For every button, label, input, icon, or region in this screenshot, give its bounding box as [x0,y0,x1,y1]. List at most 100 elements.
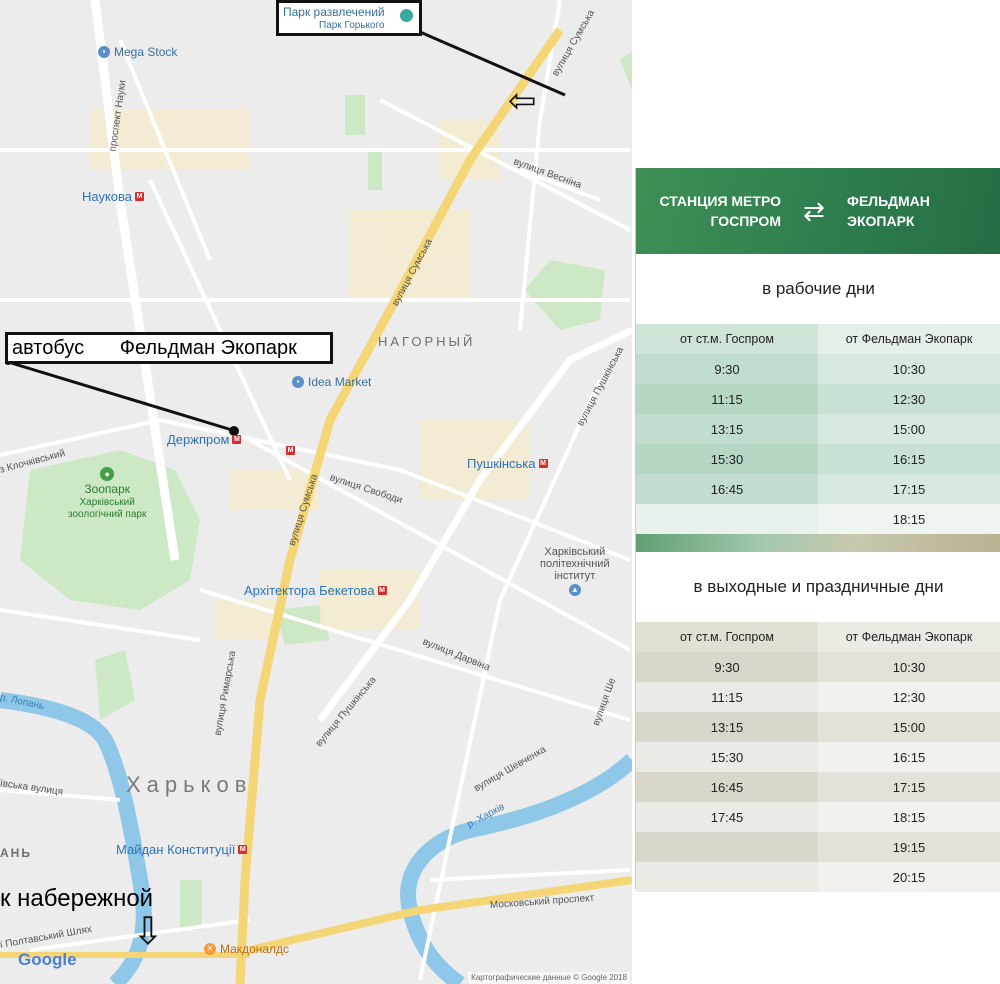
time-cell-to: 10:30 [818,354,1000,384]
time-cell-from [636,504,818,534]
zoo-sub1: Харківський [79,497,135,508]
table-row: 16:45 17:15 [636,772,1000,802]
mega-stock-poi[interactable]: ▪ Mega Stock [98,45,177,59]
time-cell-from [636,832,818,862]
mcdonalds-poi[interactable]: ✕ Макдоналдс [204,942,289,956]
time-cell-from: 9:30 [636,354,818,384]
block-area [320,570,420,630]
table-header: от ст.м. Госпром от Фельдман Экопарк [636,622,1000,652]
time-cell-from: 11:15 [636,384,818,414]
station-naukova[interactable]: Наукова M [82,189,145,204]
time-cell-to: 18:15 [818,802,1000,832]
table-row: 9:30 10:30 [636,652,1000,682]
time-cell-to: 16:15 [818,742,1000,772]
weekends-title: в выходные и праздничные дни [693,577,944,596]
time-cell-to: 15:00 [818,712,1000,742]
idea-market-label: Idea Market [308,375,372,389]
park-area-mid [525,260,605,330]
station-maidan[interactable]: Майдан Конституції M [116,842,248,857]
zoo-label: Зоопарк [84,482,131,496]
down-arrow-icon: ⇩ [132,911,164,953]
table-row: 11:15 12:30 [636,682,1000,712]
time-cell-from: 13:15 [636,414,818,444]
time-cell-from: 15:30 [636,444,818,474]
time-cell-from: 16:45 [636,474,818,504]
route-banner: СТАНЦИЯ МЕТРО ГОСПРОМ ⇄ ФЕЛЬДМАН ЭКОПАРК [636,168,1000,254]
weekdays-table: от ст.м. Госпром от Фельдман Экопарк 9:3… [636,324,1000,534]
time-cell-to: 15:00 [818,414,1000,444]
pushkinska-label: Пушкінська [467,456,536,471]
metro-icon: M [232,435,242,444]
paw-icon: ● [100,467,115,481]
park-area-ne [620,51,632,90]
time-cell-to: 10:30 [818,652,1000,682]
table-row: 18:15 [636,504,1000,534]
time-cell-from: 9:30 [636,652,818,682]
time-cell-to: 12:30 [818,682,1000,712]
park-pointer-line [419,30,566,97]
time-cell-from: 11:15 [636,682,818,712]
shopping-icon: ▪ [292,376,304,388]
map-view[interactable]: Парк развлечений Парк Горького ⇦ автобус… [0,0,632,984]
district-nagorny: НАГОРНЫЙ [378,334,476,349]
table-row: 13:15 15:00 [636,712,1000,742]
district-left-edge: АНЬ [0,846,32,860]
polytech-poi[interactable]: Харківський політехнічний інститут ▲ [540,546,610,596]
table-row: 15:30 16:15 [636,444,1000,474]
metro-icon: M [238,845,248,854]
bus-schedule-panel: СТАНЦИЯ МЕТРО ГОСПРОМ ⇄ ФЕЛЬДМАН ЭКОПАРК… [635,168,1000,892]
time-cell-to: 12:30 [818,384,1000,414]
table-row: 11:15 12:30 [636,384,1000,414]
moskovsky-avenue [249,876,632,954]
mcdonalds-label: Макдоналдс [220,942,290,956]
col-to-header: от Фельдман Экопарк [818,622,1000,652]
col-from-header: от ст.м. Госпром [636,622,818,652]
route-to: ФЕЛЬДМАН ЭКОПАРК [847,193,930,229]
time-cell-to: 18:15 [818,504,1000,534]
table-row: 17:45 18:15 [636,802,1000,832]
zoo-sub2: зоологічний парк [68,509,147,520]
bus-annotation-box: автобус Фельдман Экопарк [5,332,333,364]
metro-icon: M [135,192,145,201]
polytech-label2: політехнічний [540,558,610,570]
park-annotation-title: Парк развлечений [283,5,385,19]
beketova-label: Архітектора Бекетова [244,583,375,598]
naukova-label: Наукова [82,189,133,204]
time-cell-from: 17:45 [636,802,818,832]
idea-market-poi[interactable]: ▪ Idea Market [292,375,371,389]
embankment-label: к набережной [0,885,154,912]
park-area-small1 [345,95,365,135]
divider-stripe [636,534,1000,552]
metro-icon: M [286,446,295,455]
table-row: 16:45 17:15 [636,474,1000,504]
time-cell-to: 20:15 [818,862,1000,892]
shopping-icon: ▪ [98,46,110,58]
bus-destination: Фельдман Экопарк [119,337,297,359]
time-cell-to: 17:15 [818,772,1000,802]
weekdays-title: в рабочие дни [762,279,875,298]
table-row: 15:30 16:15 [636,742,1000,772]
minor-road [0,608,201,642]
park-area-sw [95,650,135,720]
zoo-poi[interactable]: ● Зоопарк Харківський зоологічний парк [68,467,146,520]
restaurant-icon: ✕ [204,943,216,955]
station-pushkinska[interactable]: Пушкінська M [467,456,548,471]
swap-arrows-icon: ⇄ [803,196,825,226]
station-beketova[interactable]: Архітектора Бекетова M [244,583,387,598]
time-cell-from: 16:45 [636,772,818,802]
time-cell-to: 16:15 [818,444,1000,474]
map-footer: Картографические данные © Google 2018 [468,972,630,984]
table-row: 9:30 10:30 [636,354,1000,384]
park-annotation-sub: Парк Горького [319,20,385,31]
time-cell-from: 15:30 [636,742,818,772]
city-label: Харьков [126,772,253,797]
school-icon: ▲ [568,584,581,596]
col-to-header: от Фельдман Экопарк [818,324,1000,354]
station-derzhprom[interactable]: Держпром M [167,432,242,447]
polytech-label1: Харківський [544,546,606,558]
col-from-header: от ст.м. Госпром [636,324,818,354]
time-cell-from [636,862,818,892]
route-from: СТАНЦИЯ МЕТРО ГОСПРОМ [659,193,782,229]
table-row: 20:15 [636,862,1000,892]
metro-entrance[interactable]: M [286,446,295,455]
